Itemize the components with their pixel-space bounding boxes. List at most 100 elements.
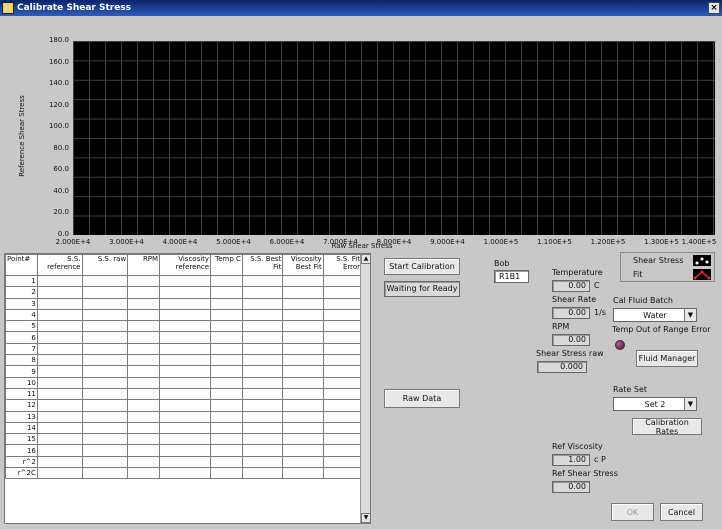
table-row[interactable]: 15 (5, 433, 363, 446)
table-cell[interactable] (322, 297, 363, 310)
table-cell[interactable] (36, 376, 83, 389)
table-cell[interactable] (210, 421, 243, 435)
chevron-down-icon[interactable]: ▼ (684, 309, 696, 321)
table-cell[interactable] (322, 320, 363, 333)
table-cell[interactable] (127, 421, 161, 435)
row-label[interactable]: r^2C (5, 467, 38, 480)
table-cell[interactable] (282, 331, 324, 344)
table-row[interactable]: 13 (5, 410, 363, 423)
table-cell[interactable] (36, 410, 83, 423)
table-cell[interactable] (127, 455, 161, 469)
rate-set-select[interactable]: Set 2 ▼ (613, 397, 697, 411)
table-row[interactable]: r^2 (5, 455, 363, 469)
table-row[interactable]: 16 (5, 444, 363, 457)
table-cell[interactable] (322, 455, 363, 469)
table-cell[interactable] (282, 342, 324, 356)
table-cell[interactable] (36, 433, 83, 446)
scroll-down-icon[interactable]: ▼ (361, 513, 371, 523)
table-cell[interactable] (127, 274, 161, 288)
table-cell[interactable] (127, 286, 161, 299)
row-label[interactable]: 2 (5, 286, 38, 299)
table-cell[interactable] (210, 354, 243, 367)
table-cell[interactable] (282, 354, 324, 367)
table-cell[interactable] (127, 297, 161, 310)
table-cell[interactable] (36, 399, 83, 412)
table-cell[interactable] (282, 421, 324, 435)
table-cell[interactable] (159, 455, 212, 469)
table-cell[interactable] (127, 387, 161, 401)
table-cell[interactable] (36, 297, 83, 310)
table-cell[interactable] (36, 365, 83, 378)
table-cell[interactable] (322, 308, 363, 322)
table-row[interactable]: 10 (5, 376, 363, 389)
table-scrollbar[interactable]: ▲ ▼ (360, 254, 371, 523)
table-cell[interactable] (36, 455, 83, 469)
table-cell[interactable] (36, 421, 83, 435)
cancel-button[interactable]: Cancel (660, 503, 703, 521)
table-cell[interactable] (36, 342, 83, 356)
calibration-table[interactable]: Point# S.S. reference S.S. raw RPM Visco… (4, 253, 371, 524)
table-cell[interactable] (81, 387, 129, 401)
table-cell[interactable] (159, 274, 212, 288)
table-cell[interactable] (282, 455, 324, 469)
table-row[interactable]: 5 (5, 320, 363, 333)
row-label[interactable]: 3 (5, 297, 38, 310)
fluid-manager-button[interactable]: Fluid Manager (636, 350, 698, 367)
table-cell[interactable] (81, 433, 129, 446)
table-cell[interactable] (282, 444, 324, 457)
table-cell[interactable] (36, 444, 83, 457)
row-label[interactable]: 13 (5, 410, 38, 423)
table-cell[interactable] (127, 308, 161, 322)
row-label[interactable]: 4 (5, 308, 38, 322)
table-cell[interactable] (159, 467, 212, 480)
table-cell[interactable] (210, 399, 243, 412)
table-cell[interactable] (322, 467, 363, 480)
table-row[interactable]: 2 (5, 286, 363, 299)
table-cell[interactable] (81, 444, 129, 457)
table-cell[interactable] (36, 354, 83, 367)
table-cell[interactable] (81, 410, 129, 423)
table-cell[interactable] (159, 308, 212, 322)
table-cell[interactable] (322, 354, 363, 367)
table-cell[interactable] (127, 331, 161, 344)
table-cell[interactable] (282, 365, 324, 378)
table-cell[interactable] (282, 308, 324, 322)
table-cell[interactable] (81, 467, 129, 480)
table-cell[interactable] (36, 467, 83, 480)
table-cell[interactable] (127, 444, 161, 457)
table-cell[interactable] (127, 467, 161, 480)
table-cell[interactable] (81, 455, 129, 469)
row-label[interactable]: 8 (5, 354, 38, 367)
table-cell[interactable] (282, 433, 324, 446)
table-row[interactable]: r^2C (5, 467, 363, 480)
table-cell[interactable] (81, 308, 129, 322)
table-cell[interactable] (210, 387, 243, 401)
table-cell[interactable] (36, 387, 83, 401)
table-cell[interactable] (241, 274, 284, 288)
table-cell[interactable] (210, 365, 243, 378)
table-cell[interactable] (210, 444, 243, 457)
table-cell[interactable] (322, 274, 363, 288)
table-cell[interactable] (81, 365, 129, 378)
table-cell[interactable] (159, 286, 212, 299)
row-label[interactable]: 9 (5, 365, 38, 378)
table-cell[interactable] (282, 467, 324, 480)
table-cell[interactable] (210, 286, 243, 299)
table-cell[interactable] (241, 467, 284, 480)
table-cell[interactable] (322, 410, 363, 423)
table-cell[interactable] (81, 376, 129, 389)
table-cell[interactable] (241, 376, 284, 389)
table-cell[interactable] (159, 365, 212, 378)
table-row[interactable]: 7 (5, 342, 363, 356)
raw-data-button[interactable]: Raw Data (384, 389, 460, 408)
table-row[interactable]: 11 (5, 387, 363, 401)
row-label[interactable]: 7 (5, 342, 38, 356)
scroll-up-icon[interactable]: ▲ (361, 254, 371, 264)
row-label[interactable]: 5 (5, 320, 38, 333)
table-cell[interactable] (241, 342, 284, 356)
table-row[interactable]: 9 (5, 365, 363, 378)
table-cell[interactable] (210, 320, 243, 333)
table-cell[interactable] (210, 274, 243, 288)
table-cell[interactable] (282, 376, 324, 389)
chevron-down-icon[interactable]: ▼ (684, 398, 696, 410)
